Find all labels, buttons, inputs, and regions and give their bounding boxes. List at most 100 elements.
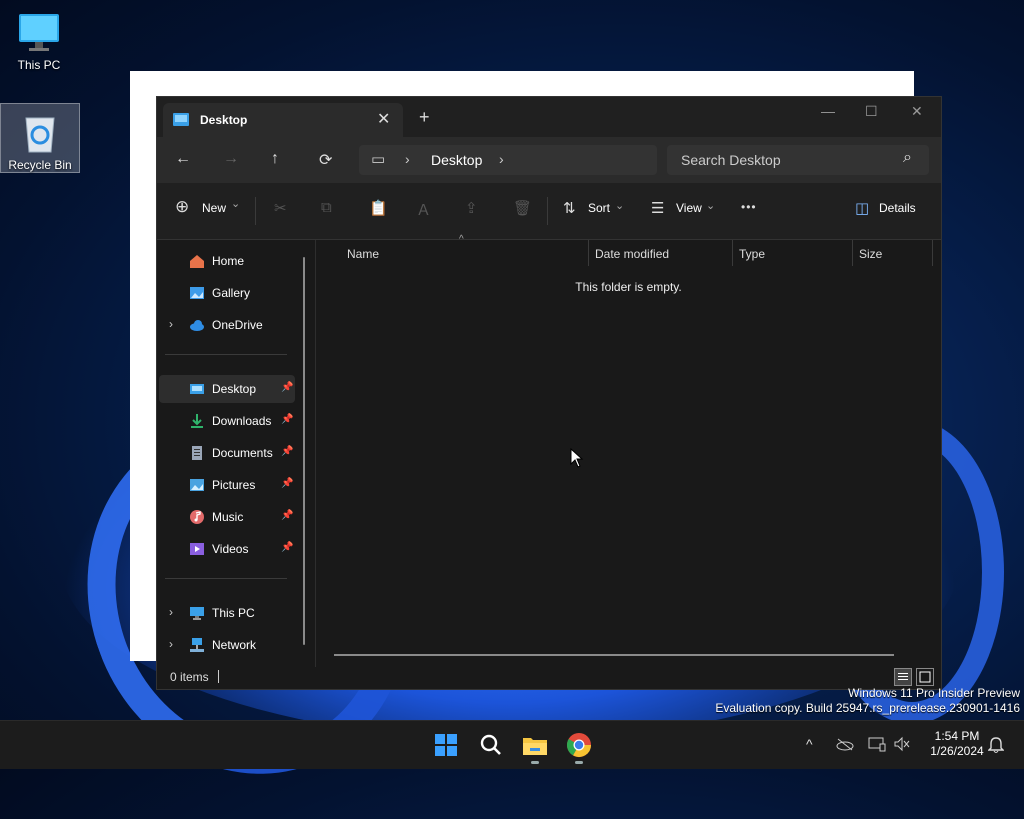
tab-close-button[interactable]: ✕ bbox=[377, 109, 390, 129]
sort-icon: ⇅ bbox=[563, 200, 576, 217]
file-explorer-taskbar-button[interactable] bbox=[521, 731, 549, 764]
search-input[interactable]: Search Desktop bbox=[681, 152, 781, 168]
paste-button[interactable]: 📋 bbox=[369, 199, 388, 217]
title-bar[interactable]: Desktop ✕ + — ☐ ✕ bbox=[157, 97, 941, 137]
new-button-label: New bbox=[202, 201, 227, 215]
clock-date: 1/26/2024 bbox=[930, 744, 984, 758]
cut-button[interactable]: ✂ bbox=[274, 199, 287, 217]
sidebar-item-gallery[interactable]: Gallery bbox=[159, 279, 295, 307]
search-taskbar-button[interactable] bbox=[477, 731, 505, 759]
system-clock[interactable]: 1:54 PM 1/26/2024 bbox=[918, 729, 996, 759]
toolbar-divider bbox=[547, 197, 548, 225]
navigation-bar: ← → ↑ ⟳ ▭ › Desktop › Search Desktop ⌕ bbox=[157, 137, 941, 183]
view-button[interactable]: ☰ View ⌄ bbox=[651, 199, 717, 221]
monitor-icon bbox=[189, 605, 205, 621]
breadcrumb-chevron-icon[interactable]: › bbox=[405, 151, 410, 167]
sort-button[interactable]: ⇅ Sort ⌄ bbox=[563, 199, 627, 221]
rename-button[interactable]: Ａ bbox=[416, 199, 431, 220]
sidebar-divider bbox=[165, 578, 287, 579]
up-button[interactable]: ↑ bbox=[271, 150, 279, 168]
navigation-pane[interactable]: Home Gallery › OneDrive Desktop 📌 Downlo… bbox=[157, 240, 313, 667]
forward-button[interactable]: → bbox=[223, 150, 239, 168]
picture-icon bbox=[189, 477, 205, 493]
column-divider[interactable] bbox=[852, 240, 853, 266]
sidebar-item-desktop[interactable]: Desktop 📌 bbox=[159, 375, 295, 403]
back-button[interactable]: ← bbox=[175, 150, 191, 168]
tiles-view-icon bbox=[919, 671, 931, 683]
close-window-button[interactable]: ✕ bbox=[911, 103, 923, 120]
column-header-size[interactable]: Size bbox=[859, 247, 882, 261]
desktop-icon-this-pc[interactable]: This PC bbox=[0, 4, 78, 74]
folder-icon bbox=[523, 738, 547, 755]
sidebar-item-home[interactable]: Home bbox=[159, 247, 295, 275]
column-divider[interactable] bbox=[588, 240, 589, 266]
chrome-taskbar-button[interactable] bbox=[565, 731, 593, 764]
show-hidden-icons-button[interactable]: ^ bbox=[806, 736, 813, 752]
sidebar-item-downloads[interactable]: Downloads 📌 bbox=[159, 407, 295, 435]
volume-muted-tray-icon[interactable] bbox=[893, 736, 911, 755]
chevron-right-icon[interactable]: › bbox=[169, 605, 173, 619]
sidebar-item-label: Home bbox=[212, 254, 245, 268]
sidebar-item-label: OneDrive bbox=[212, 318, 263, 332]
breadcrumb-desktop[interactable]: Desktop bbox=[431, 152, 482, 168]
chevron-right-icon[interactable]: › bbox=[169, 317, 173, 331]
pin-icon: 📌 bbox=[281, 414, 294, 425]
chevron-right-icon[interactable]: › bbox=[169, 637, 173, 651]
home-icon bbox=[189, 253, 205, 269]
sidebar-item-network[interactable]: › Network bbox=[159, 631, 295, 659]
sidebar-item-label: Network bbox=[212, 638, 257, 652]
search-box[interactable]: Search Desktop ⌕ bbox=[667, 145, 929, 175]
new-button[interactable]: ⊕ New ⌄ bbox=[175, 197, 241, 221]
column-divider[interactable] bbox=[932, 240, 933, 266]
file-explorer-window[interactable]: Desktop ✕ + — ☐ ✕ ← → ↑ ⟳ ▭ › Desktop › … bbox=[156, 96, 942, 690]
more-options-button[interactable]: ••• bbox=[741, 200, 757, 214]
monitor-icon: ▭ bbox=[371, 151, 386, 168]
large-icons-view-button[interactable] bbox=[916, 668, 934, 686]
refresh-button[interactable]: ⟳ bbox=[319, 150, 332, 170]
sidebar-item-videos[interactable]: Videos 📌 bbox=[159, 535, 295, 563]
sidebar-item-pictures[interactable]: Pictures 📌 bbox=[159, 471, 295, 499]
start-button[interactable] bbox=[432, 731, 460, 759]
document-icon bbox=[189, 445, 205, 461]
column-header-name[interactable]: Name bbox=[347, 247, 379, 261]
new-tab-button[interactable]: + bbox=[419, 107, 430, 128]
column-header-date-modified[interactable]: Date modified bbox=[595, 247, 669, 261]
taskbar: ^ 1:54 PM 1/26/2024 bbox=[0, 720, 1024, 769]
share-button[interactable]: ⇪ bbox=[465, 199, 478, 217]
pin-icon: 📌 bbox=[281, 382, 294, 393]
sidebar-item-documents[interactable]: Documents 📌 bbox=[159, 439, 295, 467]
column-divider[interactable] bbox=[732, 240, 733, 266]
column-header-type[interactable]: Type bbox=[739, 247, 765, 261]
details-view-button[interactable] bbox=[894, 668, 912, 686]
notifications-bell-icon[interactable] bbox=[987, 736, 1005, 757]
status-divider bbox=[218, 670, 219, 683]
sort-caret-icon: ^ bbox=[459, 234, 464, 245]
copy-button[interactable]: ⧉ bbox=[321, 199, 332, 216]
search-icon[interactable]: ⌕ bbox=[903, 149, 912, 167]
chevron-down-icon: ⌄ bbox=[231, 198, 241, 210]
desktop-icon-label: Recycle Bin bbox=[8, 158, 72, 172]
maximize-button[interactable]: ☐ bbox=[865, 103, 878, 120]
details-button[interactable]: ◫ Details bbox=[855, 199, 919, 221]
desktop-icon-recycle-bin[interactable]: Recycle Bin bbox=[0, 103, 80, 173]
horizontal-scrollbar[interactable] bbox=[334, 654, 894, 656]
pin-icon: 📌 bbox=[281, 478, 294, 489]
desktop-icon-label: This PC bbox=[17, 58, 61, 72]
sidebar-item-label: Pictures bbox=[212, 478, 256, 492]
sidebar-scrollbar[interactable] bbox=[303, 257, 305, 645]
details-button-label: Details bbox=[879, 201, 916, 215]
tab-desktop[interactable]: Desktop ✕ bbox=[163, 103, 403, 137]
pin-icon: 📌 bbox=[281, 510, 294, 521]
tab-title: Desktop bbox=[200, 113, 248, 127]
breadcrumb-chevron-icon[interactable]: › bbox=[499, 151, 504, 167]
minimize-button[interactable]: — bbox=[821, 103, 835, 119]
evaluation-watermark: Windows 11 Pro Insider Preview Evaluatio… bbox=[715, 686, 1020, 716]
network-tray-icon[interactable] bbox=[868, 736, 886, 755]
sidebar-item-music[interactable]: Music 📌 bbox=[159, 503, 295, 531]
file-list[interactable]: ^ Name Date modified Type Size This fold… bbox=[316, 234, 941, 667]
sidebar-item-onedrive[interactable]: › OneDrive bbox=[159, 311, 295, 339]
delete-button[interactable]: 🗑 bbox=[513, 199, 532, 217]
onedrive-tray-icon[interactable] bbox=[836, 737, 854, 754]
sidebar-item-this-pc[interactable]: › This PC bbox=[159, 599, 295, 627]
address-bar[interactable]: ▭ › Desktop › bbox=[359, 145, 657, 175]
